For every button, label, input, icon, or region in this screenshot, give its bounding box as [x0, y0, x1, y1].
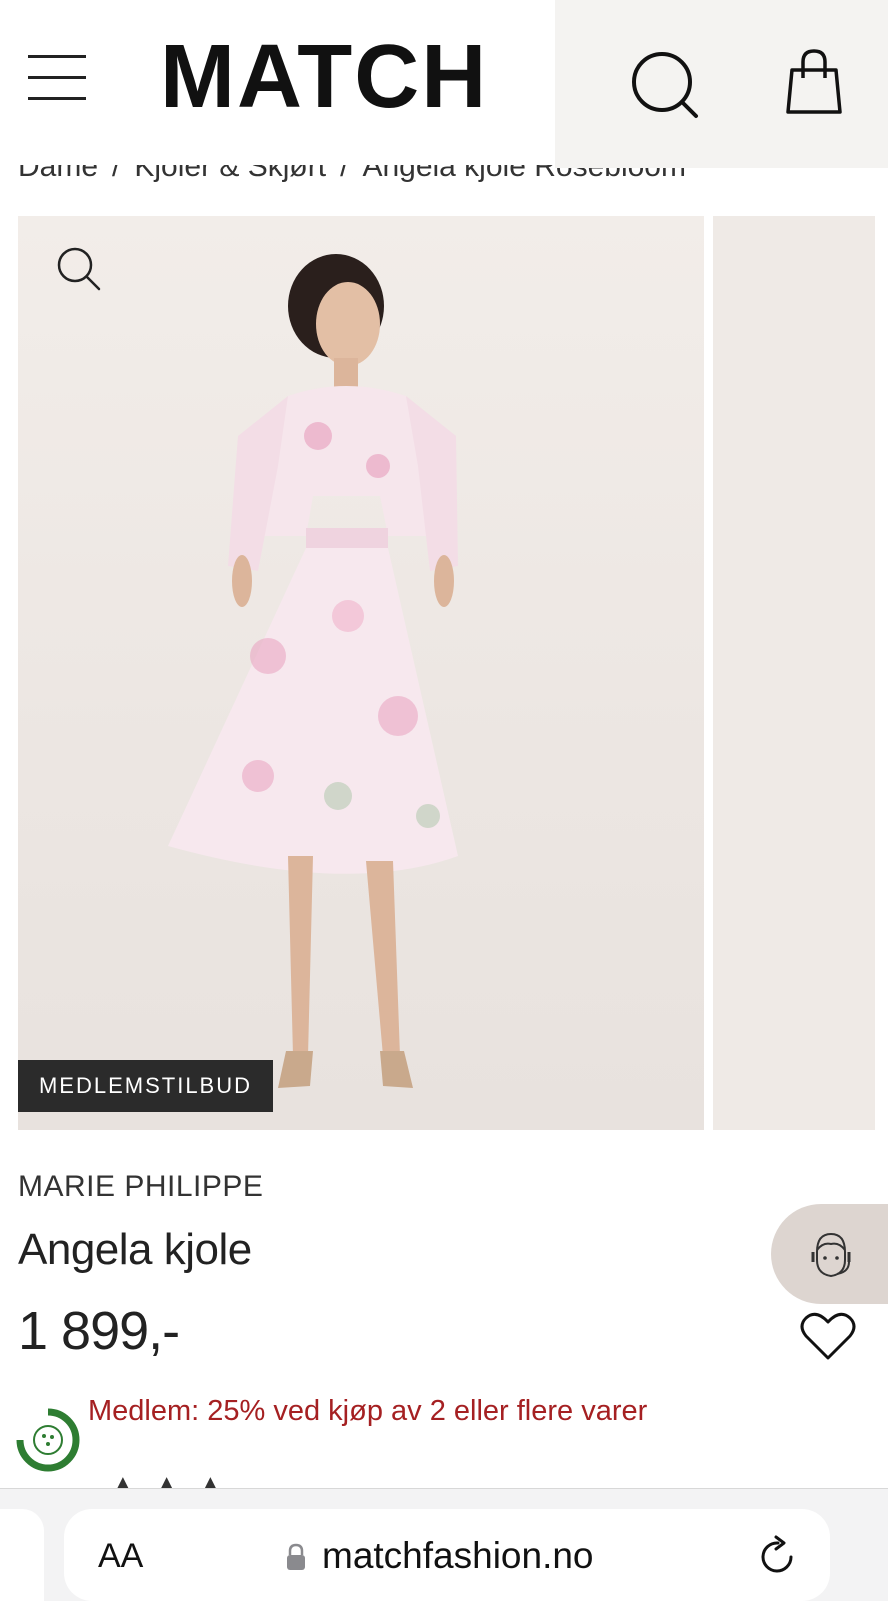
product-name: Angela kjole: [18, 1225, 252, 1274]
support-agent-icon: [811, 1232, 851, 1278]
browser-tab-stub[interactable]: [0, 1509, 44, 1601]
wishlist-heart-icon[interactable]: [800, 1310, 856, 1362]
product-image-next-peek[interactable]: [713, 216, 875, 1130]
sustainability-icon[interactable]: [14, 1406, 82, 1474]
site-logo[interactable]: MATCH: [160, 30, 510, 125]
product-image-main[interactable]: MEDLEMSTILBUD: [18, 216, 704, 1130]
model-photo-illustration: [168, 254, 458, 1088]
lock-icon: [287, 1543, 305, 1570]
text-size-button[interactable]: AA: [98, 1537, 143, 1576]
product-brand[interactable]: MARIE PHILIPPE: [18, 1170, 263, 1204]
search-icon[interactable]: [630, 50, 700, 120]
shopping-bag-icon[interactable]: [786, 48, 842, 116]
member-promo-text: Medlem: 25% ved kjøp av 2 eller flere va…: [88, 1395, 648, 1427]
zoom-icon[interactable]: [56, 246, 102, 292]
customer-service-chat-button[interactable]: [771, 1204, 888, 1304]
text-size-label: AA: [98, 1537, 144, 1575]
browser-toolbar: AA matchfashion.no: [0, 1488, 888, 1601]
reload-icon[interactable]: [758, 1535, 798, 1577]
product-price: 1 899,-: [18, 1301, 180, 1361]
member-offer-badge: MEDLEMSTILBUD: [18, 1060, 273, 1112]
url-text[interactable]: matchfashion.no: [322, 1535, 594, 1577]
address-bar[interactable]: AA matchfashion.no: [64, 1509, 830, 1601]
hamburger-menu-icon[interactable]: [28, 55, 86, 101]
